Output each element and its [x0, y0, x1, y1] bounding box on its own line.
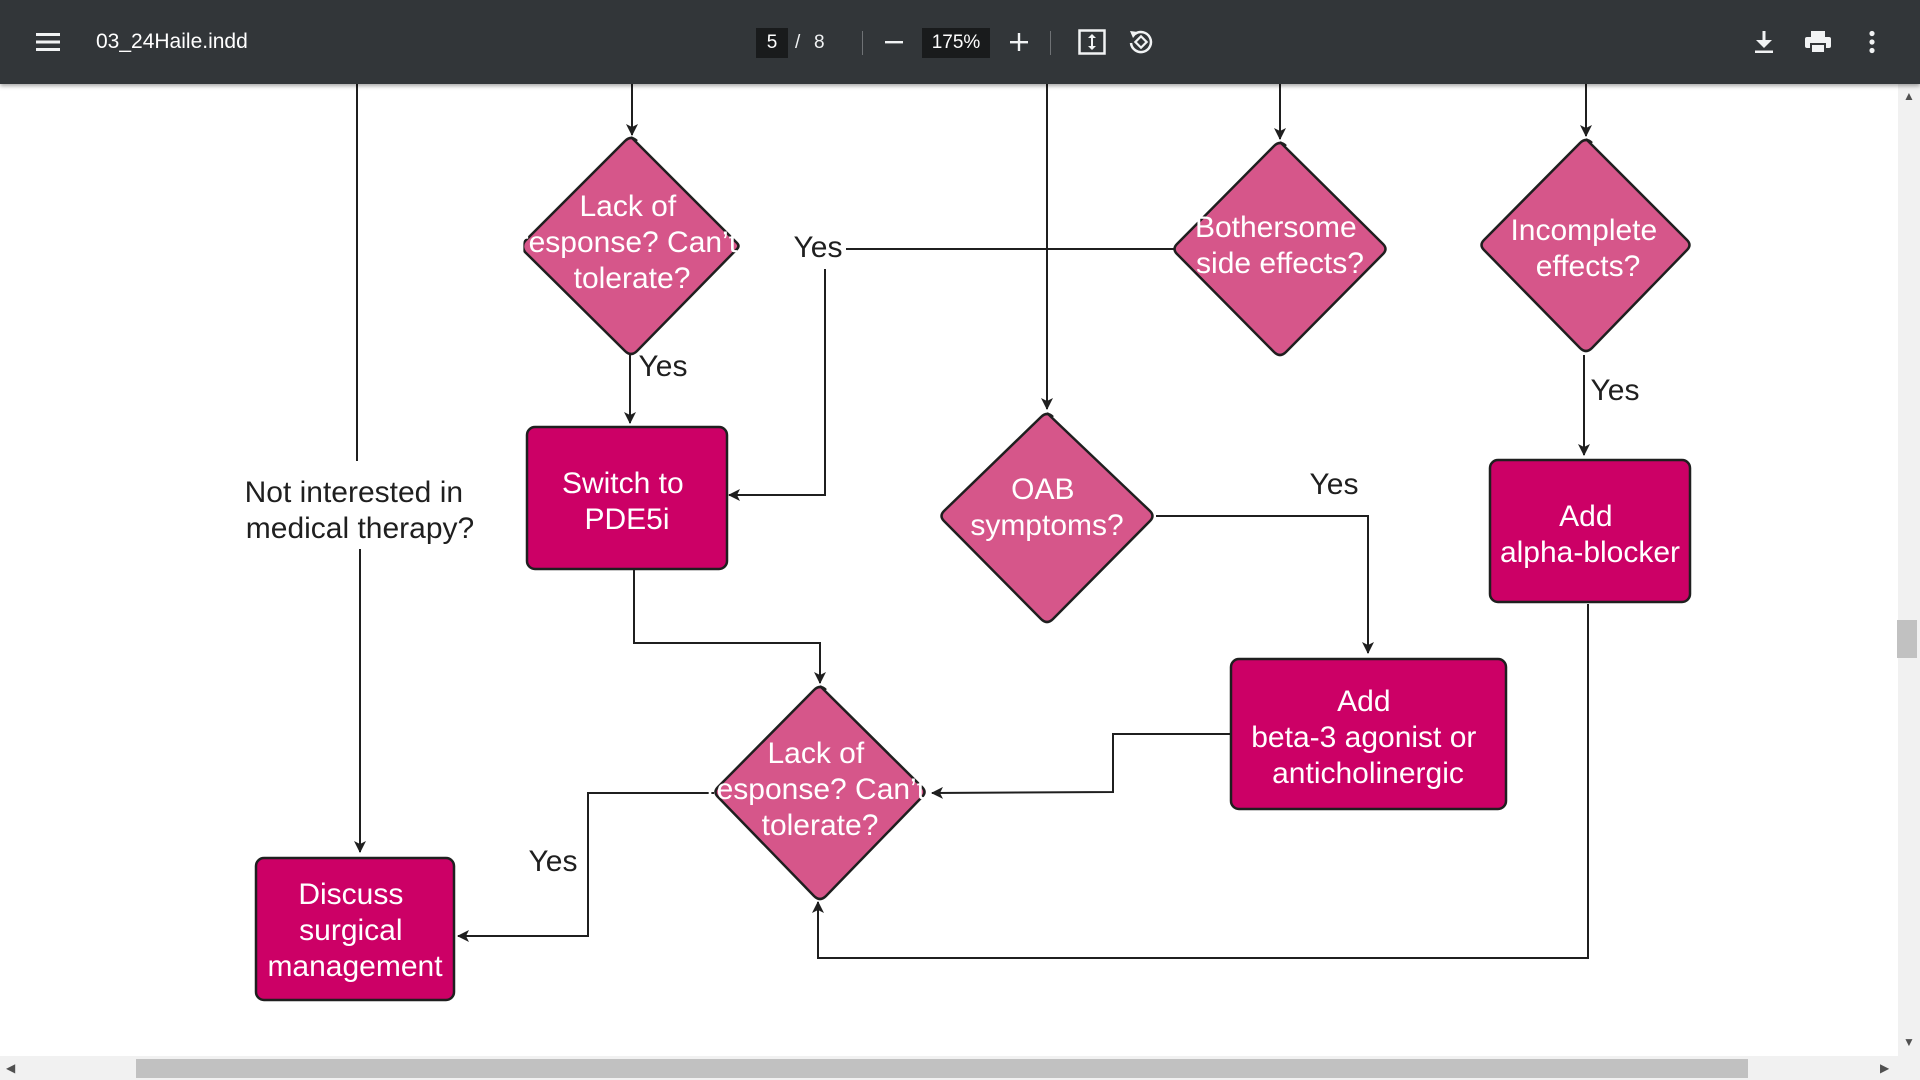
diamond-text: Lack of: [579, 190, 676, 223]
yes-label: Yes: [529, 845, 578, 878]
fit-page-icon: [1078, 29, 1106, 55]
diamond-incomplete-effects: Incomplete effects?: [1480, 138, 1691, 353]
diamond-text: side effects?: [1196, 247, 1364, 280]
zoom-in-button[interactable]: [1003, 26, 1035, 58]
diamond-text: Bothersome: [1195, 211, 1357, 244]
connector-yes-to-switch: [728, 269, 826, 501]
yes-label: Yes: [1310, 468, 1359, 501]
rotate-button[interactable]: [1124, 25, 1158, 59]
scroll-left-arrow-icon[interactable]: ◀: [6, 1062, 15, 1074]
vertical-scrollbar[interactable]: [1898, 84, 1920, 1056]
diamond-text: tolerate?: [762, 809, 879, 842]
yes-label: Yes: [1591, 374, 1640, 407]
connector-lack-bottom-to-surgical: [457, 792, 714, 942]
label-text: medical therapy?: [246, 512, 474, 545]
box-text: management: [267, 950, 443, 983]
diamond-bothersome-side-effects: Bothersome side effects?: [1173, 141, 1387, 357]
rotate-icon: [1129, 30, 1153, 54]
download-icon: [1755, 31, 1773, 53]
more-options-button[interactable]: [1856, 26, 1888, 58]
box-text: Add: [1559, 500, 1612, 533]
menu-button[interactable]: [30, 26, 66, 58]
diamond-text: symptoms?: [970, 509, 1123, 542]
yes-label: Yes: [794, 231, 843, 264]
flowchart: Lack of response? Can’t tolerate? Bother…: [245, 84, 1692, 1002]
box-add-beta3-agonist: Add beta-3 agonist or anticholinergic: [1229, 657, 1508, 811]
svg-text:Lack of response? Can’t: Lack of response? Can’t tolerate?: [707, 737, 934, 842]
fit-page-button[interactable]: [1075, 25, 1109, 59]
document-viewer[interactable]: Lack of response? Can’t tolerate? Bother…: [0, 84, 1898, 1056]
not-interested-label: Not interested in medical therapy?: [245, 476, 475, 545]
label-text: Not interested in: [245, 476, 463, 509]
zoom-out-button[interactable]: [878, 26, 910, 58]
pdf-toolbar: 03_24Haile.indd 5 / 8 175%: [0, 0, 1920, 84]
box-discuss-surgical-management: Discuss surgical management: [254, 856, 456, 1002]
scroll-down-arrow-icon[interactable]: ▼: [1903, 1036, 1915, 1048]
box-switch-to-pde5i: Switch to PDE5i: [525, 425, 729, 571]
diamond-text: response? Can’t: [519, 226, 738, 259]
diamond-text: OAB: [1011, 473, 1074, 506]
box-text: surgical: [299, 914, 402, 947]
box-text: beta-3 agonist or: [1251, 721, 1476, 754]
box-add-alpha-blocker: Add alpha-blocker: [1488, 458, 1692, 604]
box-text: Add: [1337, 685, 1390, 718]
zoom-level-input[interactable]: 175%: [922, 28, 990, 58]
box-text: alpha-blocker: [1500, 536, 1680, 569]
document-title: 03_24Haile.indd: [96, 30, 248, 53]
scroll-right-arrow-icon[interactable]: ▶: [1880, 1062, 1889, 1074]
box-text: PDE5i: [584, 503, 669, 536]
diamond-text: effects?: [1536, 250, 1641, 283]
print-icon: [1805, 31, 1831, 54]
box-text: Discuss: [298, 878, 403, 911]
toolbar-divider: [1050, 31, 1051, 55]
print-button[interactable]: [1800, 26, 1836, 58]
zoom-in-icon: [1010, 33, 1028, 51]
connector-oab-to-beta3: [1156, 515, 1374, 654]
zoom-out-icon: [885, 41, 903, 44]
diamond-lack-response-top: Lack of response? Can’t tolerate?: [519, 136, 740, 356]
yes-label: Yes: [639, 350, 688, 383]
connector-beta3-to-lack-bottom: [931, 733, 1231, 799]
diamond-text: tolerate?: [574, 262, 691, 295]
more-options-icon: [1869, 30, 1875, 54]
diamond-oab-symptoms: OAB symptoms?: [940, 412, 1154, 624]
diamond-text: Incomplete: [1510, 214, 1657, 247]
connector-switch-to-lack-bottom: [633, 570, 826, 684]
diamond-text: Lack of: [767, 737, 864, 770]
download-button[interactable]: [1748, 26, 1780, 58]
horizontal-scrollbar-thumb[interactable]: [136, 1059, 1748, 1078]
box-text: anticholinergic: [1272, 757, 1464, 790]
page-total: 8: [814, 32, 825, 53]
menu-icon: [36, 33, 60, 51]
toolbar-divider: [862, 31, 863, 55]
scroll-up-arrow-icon[interactable]: ▲: [1903, 90, 1915, 102]
diamond-lack-response-bottom: Lack of response? Can’t tolerate?: [707, 685, 934, 901]
page-separator: /: [795, 32, 801, 53]
box-text: Switch to: [562, 467, 684, 500]
vertical-scrollbar-thumb[interactable]: [1897, 620, 1917, 658]
diamond-text: response? Can’t: [707, 773, 926, 806]
page-number-input[interactable]: 5: [756, 28, 788, 58]
